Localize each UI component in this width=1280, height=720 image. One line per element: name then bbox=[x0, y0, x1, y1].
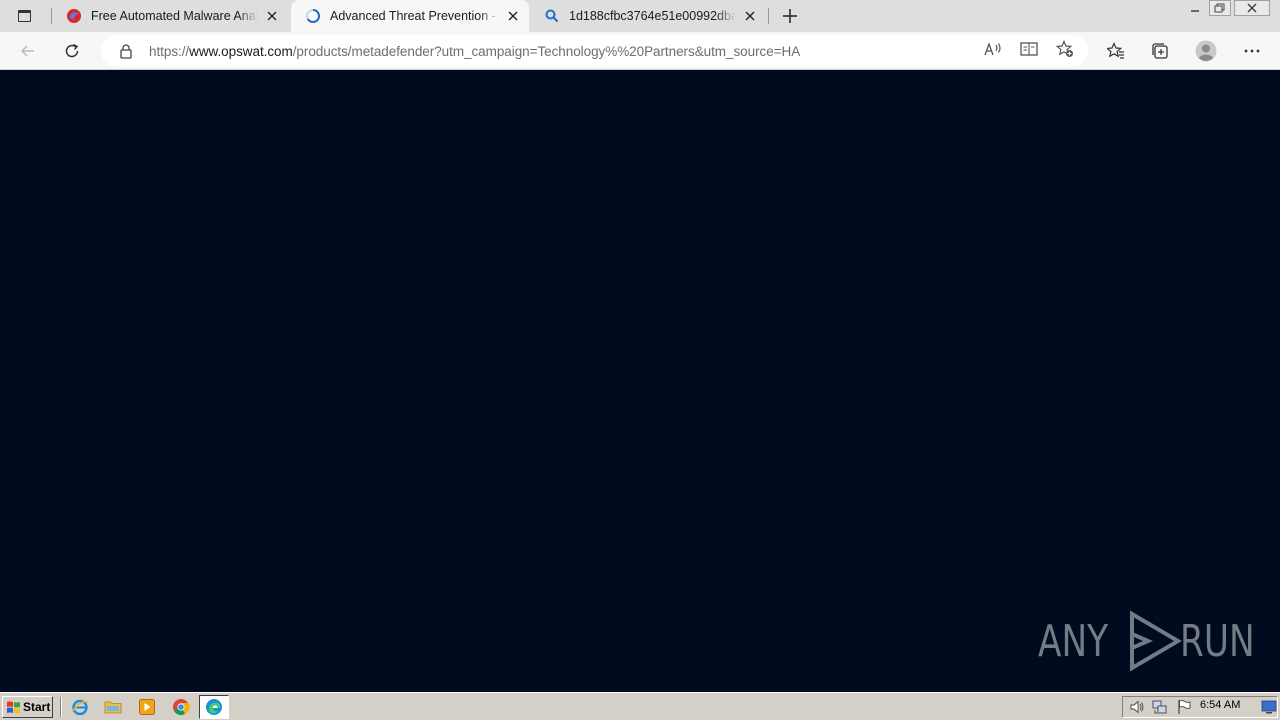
url-text[interactable]: https://www.opswat.com/products/metadefe… bbox=[149, 44, 800, 59]
restore-button[interactable] bbox=[1209, 0, 1231, 16]
anyrun-watermark: ANY RUN bbox=[1038, 609, 1276, 673]
plus-icon bbox=[783, 9, 797, 23]
taskbar: Start 6:54 AM bbox=[0, 692, 1280, 720]
network-icon[interactable] bbox=[1152, 699, 1168, 715]
read-aloud-icon bbox=[984, 42, 1001, 56]
action-center-flag-icon[interactable] bbox=[1176, 699, 1192, 715]
immersive-reader-icon bbox=[1020, 42, 1038, 56]
close-window-button[interactable] bbox=[1234, 0, 1270, 16]
arrow-left-icon bbox=[20, 45, 34, 57]
url-scheme: https:// bbox=[149, 43, 190, 59]
browser-toolbar: https://www.opswat.com/products/metadefe… bbox=[0, 32, 1280, 70]
close-tab-icon[interactable] bbox=[505, 8, 521, 24]
internet-explorer-icon[interactable] bbox=[71, 698, 89, 716]
close-tab-icon[interactable] bbox=[742, 8, 758, 24]
tab-title: Free Automated Malware Analysis Service bbox=[91, 9, 258, 23]
lock-icon[interactable] bbox=[118, 43, 134, 59]
url-host: www.opswat.com bbox=[189, 43, 293, 59]
tab-actions-icon bbox=[17, 10, 31, 22]
play-logo-icon bbox=[1129, 610, 1182, 672]
back-button[interactable] bbox=[13, 37, 43, 65]
star-add-icon bbox=[1056, 40, 1073, 57]
tab-advanced-threat-prevention[interactable]: Advanced Threat Prevention - MetaDefende… bbox=[291, 0, 529, 32]
avatar-icon bbox=[1195, 40, 1217, 62]
edge-icon bbox=[206, 699, 222, 715]
settings-more-button[interactable] bbox=[1237, 37, 1267, 65]
show-desktop-icon[interactable] bbox=[1261, 699, 1277, 715]
more-horizontal-icon bbox=[1244, 49, 1260, 53]
volume-icon[interactable] bbox=[1129, 699, 1145, 715]
favorites-button[interactable] bbox=[1101, 37, 1131, 65]
page-content bbox=[0, 71, 1280, 692]
falcon-icon bbox=[67, 9, 81, 23]
search-icon bbox=[545, 9, 559, 23]
collections-button[interactable] bbox=[1145, 37, 1175, 65]
tab-title: Advanced Threat Prevention - MetaDefende… bbox=[330, 9, 499, 23]
chrome-icon[interactable] bbox=[172, 698, 190, 716]
favorites-icon bbox=[1107, 42, 1124, 59]
restore-icon bbox=[1214, 3, 1225, 13]
close-icon bbox=[1247, 3, 1257, 13]
minimize-icon bbox=[1191, 10, 1199, 12]
start-label: Start bbox=[23, 700, 51, 714]
tab-title: 1d188cfbc3764e51e00992dbacc bbox=[569, 9, 736, 23]
new-tab-button[interactable] bbox=[778, 5, 802, 27]
file-explorer-icon[interactable] bbox=[104, 698, 122, 716]
refresh-button[interactable] bbox=[57, 37, 87, 65]
taskbar-separator bbox=[60, 697, 62, 717]
tab-search-hash[interactable]: 1d188cfbc3764e51e00992dbacc bbox=[530, 0, 766, 32]
watermark-text-right: RUN bbox=[1179, 615, 1255, 667]
add-favorite-button[interactable] bbox=[1056, 40, 1074, 58]
start-button[interactable]: Start bbox=[2, 696, 53, 718]
collections-icon bbox=[1152, 43, 1168, 59]
refresh-icon bbox=[65, 43, 79, 58]
read-aloud-button[interactable] bbox=[984, 40, 1002, 58]
taskbar-clock[interactable]: 6:54 AM bbox=[1200, 699, 1240, 711]
loading-spinner-icon bbox=[306, 9, 320, 23]
url-path: /products/metadefender?utm_campaign=Tech… bbox=[292, 43, 801, 59]
edge-taskbar-button[interactable] bbox=[199, 695, 229, 719]
profile-button[interactable] bbox=[1191, 37, 1221, 65]
tab-actions-menu-button[interactable] bbox=[12, 6, 36, 26]
address-bar[interactable]: https://www.opswat.com/products/metadefe… bbox=[101, 35, 1088, 67]
immersive-reader-button[interactable] bbox=[1020, 40, 1038, 58]
windows-logo-icon bbox=[7, 701, 20, 714]
media-player-icon[interactable] bbox=[138, 698, 156, 716]
watermark-text-left: ANY bbox=[1038, 615, 1109, 667]
minimize-button[interactable] bbox=[1184, 0, 1206, 16]
close-tab-icon[interactable] bbox=[264, 8, 280, 24]
tab-separator bbox=[768, 8, 769, 24]
tab-strip: Free Automated Malware Analysis Service … bbox=[0, 0, 1280, 32]
tab-free-automated-malware-analysis[interactable]: Free Automated Malware Analysis Service bbox=[52, 0, 288, 32]
